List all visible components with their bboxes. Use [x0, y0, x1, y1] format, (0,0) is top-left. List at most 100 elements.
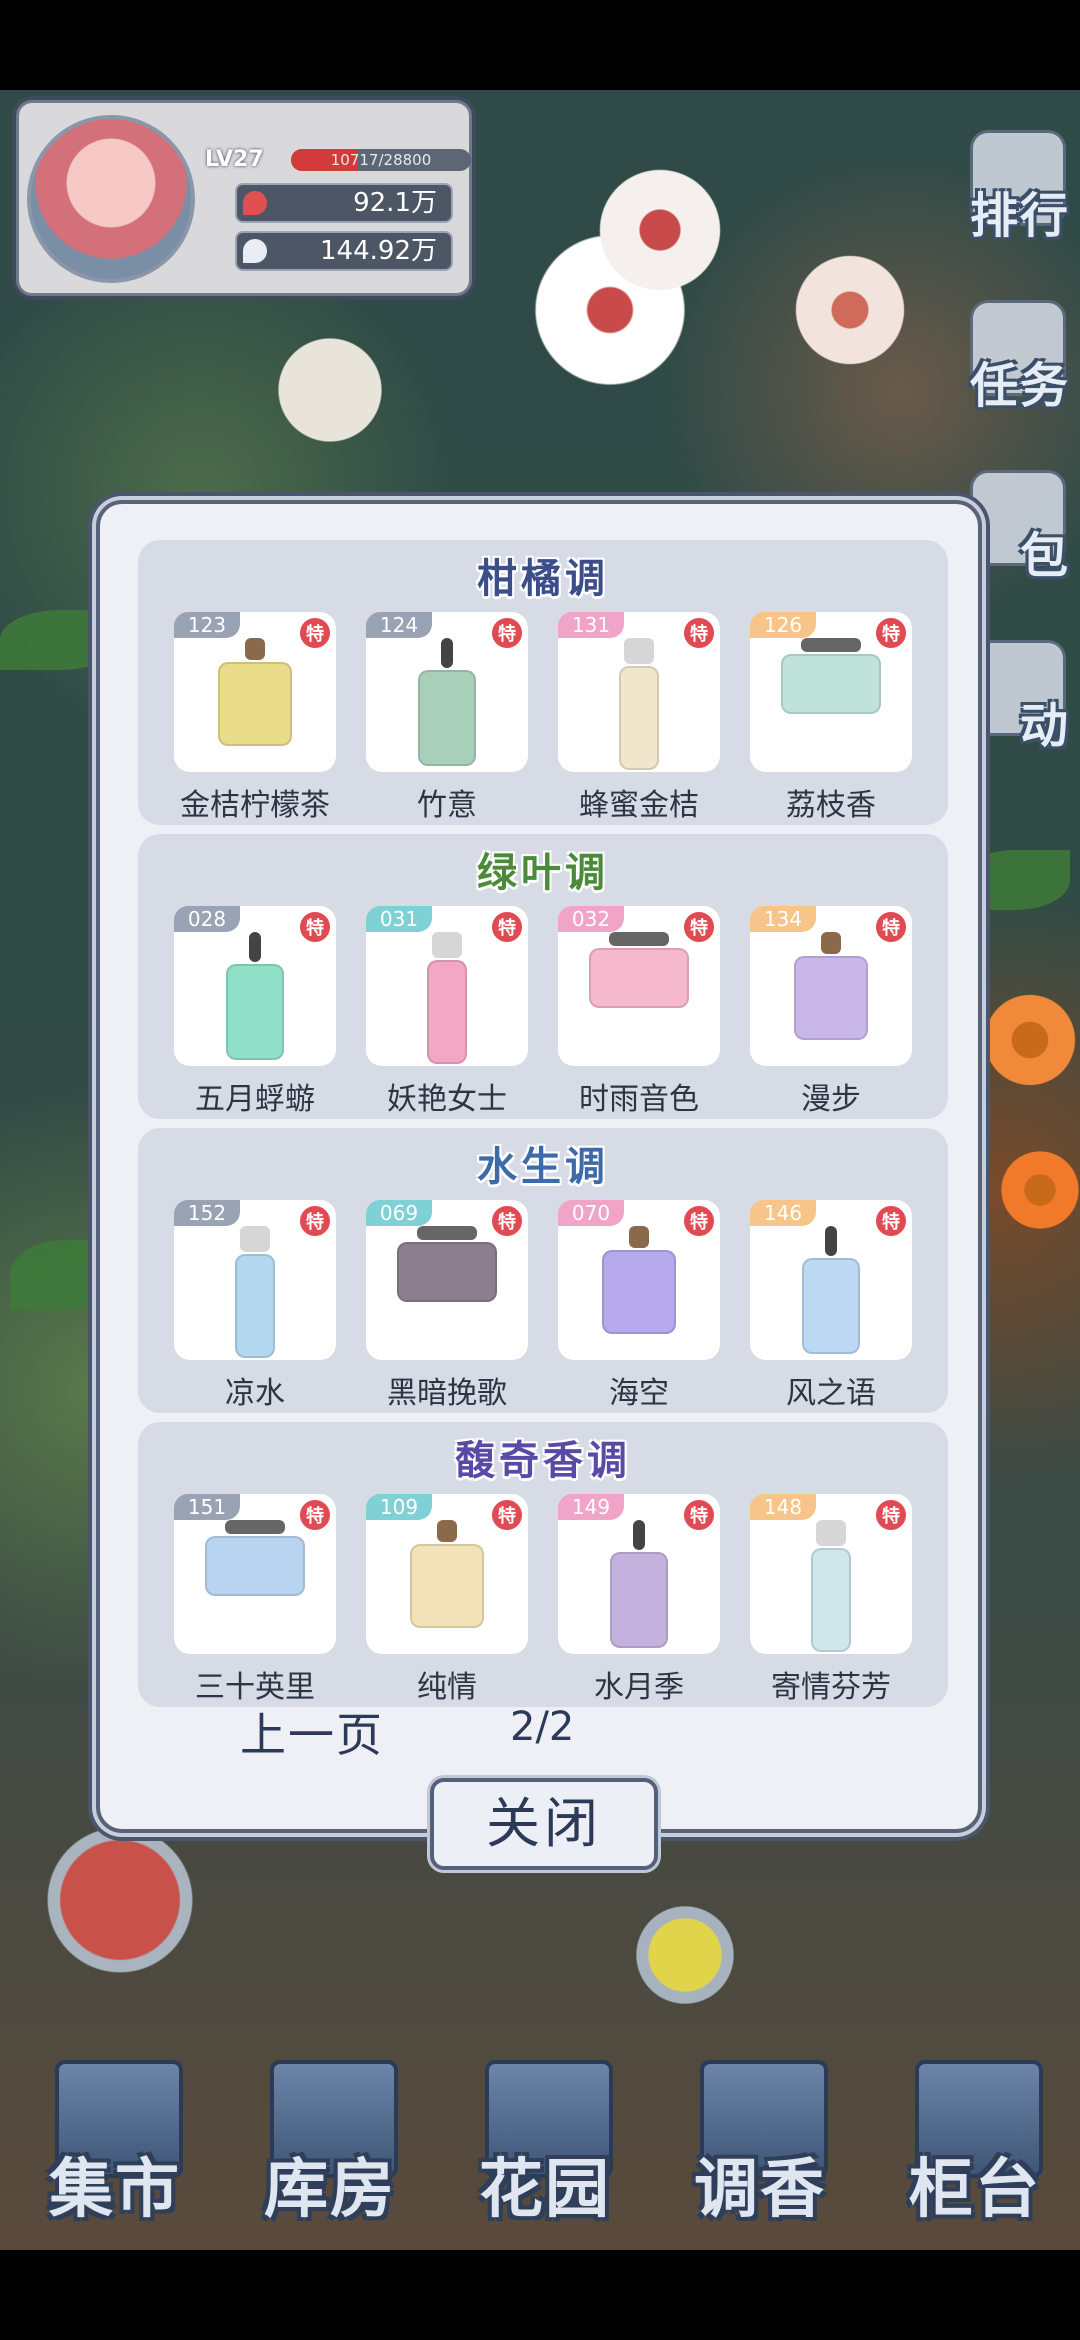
perfume-card[interactable]: 126 特荔枝香 — [750, 612, 912, 823]
close-button[interactable]: 关闭 — [430, 1778, 658, 1870]
perfume-card[interactable]: 032 特时雨音色 — [558, 906, 720, 1117]
section-title: 绿叶调 — [477, 850, 609, 896]
perfume-card[interactable]: 124 特竹意 — [366, 612, 528, 823]
player-avatar[interactable] — [27, 115, 195, 283]
special-badge: 特 — [490, 910, 524, 944]
perfume-name: 凉水 — [225, 1376, 285, 1411]
perfume-card[interactable]: 146 特风之语 — [750, 1200, 912, 1411]
special-badge: 特 — [490, 1204, 524, 1238]
perfume-name: 时雨音色 — [579, 1082, 699, 1117]
bottle-cap — [441, 638, 453, 668]
bottle-cap — [629, 1226, 649, 1248]
perfume-bottle-icon — [602, 1250, 676, 1334]
perfume-card[interactable]: 069 特黑暗挽歌 — [366, 1200, 528, 1411]
perfume-number-tag: 134 — [750, 906, 816, 932]
special-badge: 特 — [298, 616, 332, 650]
perfume-section: 柑橘调 123 特金桔柠檬茶 124 特竹意 131 特蜂蜜金桔 126 特荔枝香 — [138, 540, 948, 825]
perfume-name: 荔枝香 — [786, 788, 876, 823]
perfume-card[interactable]: 149 特水月季 — [558, 1494, 720, 1705]
perfume-bottle-icon — [218, 662, 292, 746]
nav-garden-button[interactable]: 花园 — [460, 2060, 630, 2227]
perfume-section: 水生调 152 特凉水 069 特黑暗挽歌 070 特海空 146 特风之语 — [138, 1128, 948, 1413]
perfume-bottle-icon — [781, 654, 881, 714]
prev-page-button[interactable]: 上一页 — [240, 1699, 384, 1765]
ranking-button[interactable]: 排行 — [960, 130, 1070, 244]
perfume-number-tag: 031 — [366, 906, 432, 932]
perfume-number-tag: 146 — [750, 1200, 816, 1226]
exp-bar: 10717/28800 — [291, 149, 471, 171]
player-card[interactable]: LV27 10717/28800 92.1万 144.92万 — [16, 100, 472, 296]
perfume-number-tag: 109 — [366, 1494, 432, 1520]
ranking-label: 排行 — [969, 188, 1070, 244]
perfume-name: 海空 — [609, 1376, 669, 1411]
nav-perfumery-button[interactable]: 调香 — [675, 2060, 845, 2227]
perfume-card[interactable]: 148 特寄情芬芳 — [750, 1494, 912, 1705]
perfume-number-tag: 151 — [174, 1494, 240, 1520]
bottle-cap — [245, 638, 265, 660]
section-title: 柑橘调 — [477, 556, 609, 602]
nav-label: 库房 — [264, 2153, 396, 2227]
perfume-card[interactable]: 070 特海空 — [558, 1200, 720, 1411]
perfume-bottle-icon — [794, 956, 868, 1040]
special-badge: 特 — [874, 616, 908, 650]
special-badge: 特 — [298, 1204, 332, 1238]
perfume-card[interactable]: 151 特三十英里 — [174, 1494, 336, 1705]
special-badge: 特 — [874, 910, 908, 944]
bottle-cap — [225, 1520, 285, 1534]
bottle-cap — [417, 1226, 477, 1240]
perfume-number-tag: 131 — [558, 612, 624, 638]
perfume-bottle-icon — [427, 960, 467, 1064]
perfume-name: 妖艳女士 — [387, 1082, 507, 1117]
bottle-cap — [240, 1226, 270, 1252]
perfume-number-tag: 152 — [174, 1200, 240, 1226]
perfume-number-tag: 028 — [174, 906, 240, 932]
perfume-number-tag: 123 — [174, 612, 240, 638]
nav-market-button[interactable]: 集市 — [30, 2060, 200, 2227]
flower-decoration — [760, 220, 940, 400]
nav-label: 调香 — [694, 2153, 826, 2227]
tasks-button[interactable]: 任务 — [960, 300, 1070, 414]
nav-counter-button[interactable]: 柜台 — [890, 2060, 1060, 2227]
bottle-cap — [801, 638, 861, 652]
nav-warehouse-button[interactable]: 库房 — [245, 2060, 415, 2227]
perfume-bottle-icon — [802, 1258, 860, 1354]
nav-label: 柜台 — [909, 2153, 1041, 2227]
coins-counter: 92.1万 — [235, 183, 453, 223]
nav-label: 集市 — [49, 2153, 181, 2227]
perfume-card[interactable]: 123 特金桔柠檬茶 — [174, 612, 336, 823]
bottle-cap — [609, 932, 669, 946]
perfume-number-tag: 149 — [558, 1494, 624, 1520]
perfume-section: 馥奇香调 151 特三十英里 109 特纯情 149 特水月季 148 特寄情芬芳 — [138, 1422, 948, 1707]
special-badge: 特 — [682, 616, 716, 650]
perfume-bottle-icon — [589, 948, 689, 1008]
flower-decoration — [240, 300, 420, 480]
perfume-card[interactable]: 152 特凉水 — [174, 1200, 336, 1411]
special-badge: 特 — [874, 1498, 908, 1532]
gems-counter: 144.92万 — [235, 231, 453, 271]
perfume-number-tag: 148 — [750, 1494, 816, 1520]
exp-text: 10717/28800 — [330, 151, 432, 169]
perfume-card[interactable]: 028 特五月蜉蝣 — [174, 906, 336, 1117]
special-badge: 特 — [682, 1498, 716, 1532]
bottle-cap — [825, 1226, 837, 1256]
perfume-card[interactable]: 134 特漫步 — [750, 906, 912, 1117]
flask-decoration — [600, 1870, 770, 2040]
perfume-name: 寄情芬芳 — [771, 1670, 891, 1705]
perfume-number-tag: 124 — [366, 612, 432, 638]
special-badge: 特 — [298, 910, 332, 944]
special-badge: 特 — [682, 1204, 716, 1238]
perfume-catalog-dialog: 柑橘调 123 特金桔柠檬茶 124 特竹意 131 特蜂蜜金桔 126 特荔枝香 绿叶调 028 特… — [96, 500, 982, 1833]
perfume-card[interactable]: 131 特蜂蜜金桔 — [558, 612, 720, 823]
page-indicator: 2/2 — [510, 1704, 575, 1750]
special-badge: 特 — [490, 616, 524, 650]
perfume-card[interactable]: 109 特纯情 — [366, 1494, 528, 1705]
bottle-cap — [437, 1520, 457, 1542]
perfume-number-tag: 069 — [366, 1200, 432, 1226]
perfume-bottle-icon — [410, 1544, 484, 1628]
bottle-cap — [821, 932, 841, 954]
section-title: 水生调 — [477, 1144, 609, 1190]
perfume-card[interactable]: 031 特妖艳女士 — [366, 906, 528, 1117]
perfume-name: 黑暗挽歌 — [387, 1376, 507, 1411]
gems-value: 144.92万 — [320, 236, 437, 266]
special-badge: 特 — [874, 1204, 908, 1238]
